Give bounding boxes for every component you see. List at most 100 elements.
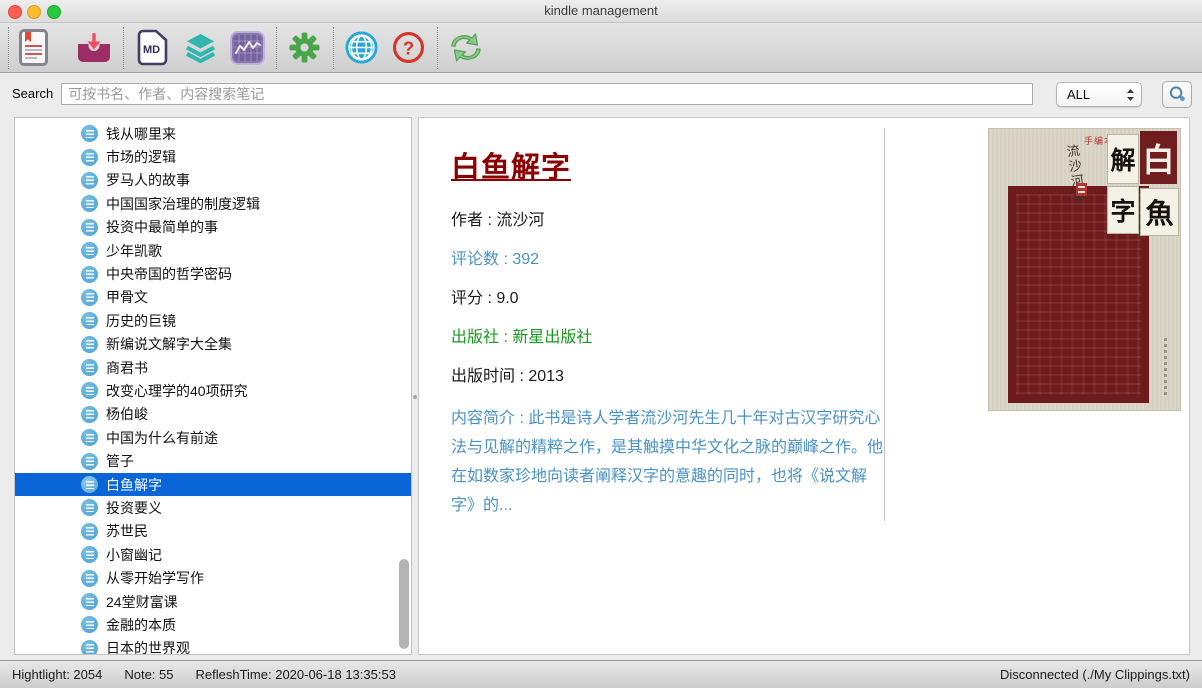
statistics-chart-icon[interactable] [230, 31, 265, 65]
list-item[interactable]: 小窗幽记 [15, 543, 411, 566]
publisher-field: 出版社 : 新星出版社 [451, 328, 885, 348]
cover-seal-stamp [1076, 183, 1087, 196]
book-title-label: 投资中最简单的事 [106, 217, 218, 237]
splitter-handle[interactable] [413, 395, 417, 399]
book-icon [81, 476, 98, 493]
list-item[interactable]: 钱从哪里来 [15, 122, 411, 145]
list-item-selected[interactable]: 白鱼解字 [15, 473, 411, 496]
book-icon [81, 125, 98, 142]
toolbar: MD [0, 23, 1202, 73]
list-item[interactable]: 管子 [15, 449, 411, 472]
list-item[interactable]: 杨伯峻 [15, 403, 411, 426]
book-title-label: 从零开始学写作 [106, 568, 204, 588]
book-icon [81, 593, 98, 610]
list-item[interactable]: 改变心理学的40项研究 [15, 379, 411, 402]
book-title-label: 投资要义 [106, 498, 162, 518]
import-clippings-icon[interactable] [76, 32, 112, 64]
intro-field: 内容简介 : 此书是诗人学者流沙河先生几十年对古汉字研究心法与见解的精粹之作，是… [451, 404, 885, 520]
svg-text:?: ? [403, 37, 414, 58]
book-title-label: 罗马人的故事 [106, 170, 190, 190]
list-item[interactable]: 甲骨文 [15, 286, 411, 309]
list-item[interactable]: 日本的世界观 [15, 637, 411, 655]
toolbar-separator [276, 27, 277, 69]
web-globe-icon[interactable] [345, 31, 378, 64]
book-title-label: 中国为什么有前途 [106, 428, 218, 448]
list-item[interactable]: 商君书 [15, 356, 411, 379]
book-icon [81, 523, 98, 540]
markdown-export-icon[interactable]: MD [136, 29, 169, 66]
book-icon [81, 266, 98, 283]
book-detail-title[interactable]: 白鱼解字 [451, 144, 885, 186]
cover-char-zi: 字 [1107, 186, 1139, 234]
book-title-label: 中国国家治理的制度逻辑 [106, 194, 260, 214]
book-title-label: 商君书 [106, 358, 148, 378]
book-title-label: 钱从哪里来 [106, 124, 176, 144]
book-icon [81, 195, 98, 212]
layers-icon[interactable] [184, 32, 217, 63]
book-title-label: 杨伯峻 [106, 404, 148, 424]
list-item[interactable]: 市场的逻辑 [15, 145, 411, 168]
title-bar: kindle management [0, 0, 1202, 23]
book-icon [81, 429, 98, 446]
book-icon [81, 336, 98, 353]
comments-field: 评论数 : 392 [451, 250, 885, 270]
list-item[interactable]: 历史的巨镜 [15, 309, 411, 332]
book-title-label: 日本的世界观 [106, 638, 190, 655]
cover-publisher-mark [1164, 338, 1167, 396]
list-item[interactable]: 中国国家治理的制度逻辑 [15, 192, 411, 215]
book-title-label: 少年凯歌 [106, 241, 162, 261]
book-icon [81, 312, 98, 329]
status-bar: Hightlight: 2054 Note: 55 RefleshTime: 2… [0, 660, 1202, 688]
refresh-sync-icon[interactable] [447, 31, 485, 64]
list-item[interactable]: 新编说文解字大全集 [15, 333, 411, 356]
search-label: Search [12, 86, 53, 101]
list-item[interactable]: 罗马人的故事 [15, 169, 411, 192]
search-input[interactable] [61, 83, 1033, 105]
help-question-icon[interactable]: ? [392, 31, 425, 64]
list-item[interactable]: 中央帝国的哲学密码 [15, 262, 411, 285]
svg-text:MD: MD [143, 44, 160, 56]
toolbar-separator [437, 27, 438, 69]
list-item[interactable]: 少年凯歌 [15, 239, 411, 262]
dropdown-chevrons-icon [1126, 88, 1135, 102]
book-title-label: 历史的巨镜 [106, 311, 176, 331]
app-window: kindle management [0, 0, 1202, 688]
book-icon [81, 172, 98, 189]
search-button[interactable] [1162, 81, 1192, 108]
connection-status: Disconnected (./My Clippings.txt) [1000, 667, 1190, 682]
book-detail: 白鱼解字 作者 : 流沙河 评论数 : 392 评分 : 9.0 出版社 : 新… [451, 118, 885, 520]
settings-gear-icon[interactable] [289, 32, 320, 63]
author-field: 作者 : 流沙河 [451, 211, 885, 231]
list-item[interactable]: 24堂财富课 [15, 590, 411, 613]
book-title-label: 市场的逻辑 [106, 147, 176, 167]
book-list-panel: 钱从哪里来 市场的逻辑 罗马人的故事 中国国家治理的制度逻辑 投资中最简单的事 … [14, 117, 412, 655]
filter-dropdown-value: ALL [1067, 87, 1126, 102]
list-item[interactable]: 金融的本质 [15, 613, 411, 636]
book-icon [81, 546, 98, 563]
magnifier-icon [1168, 85, 1187, 104]
book-icon [81, 570, 98, 587]
book-cover-image: 手编本 流沙河著 白 解 字 魚 [988, 128, 1181, 411]
book-title-label: 甲骨文 [106, 287, 148, 307]
list-item[interactable]: 中国为什么有前途 [15, 426, 411, 449]
list-item[interactable]: 投资要义 [15, 496, 411, 519]
book-title-label: 金融的本质 [106, 615, 176, 635]
book-icon [81, 616, 98, 633]
refresh-time: RefleshTime: 2020-06-18 13:35:53 [196, 667, 396, 682]
filter-dropdown[interactable]: ALL [1056, 82, 1142, 107]
book-icon [81, 382, 98, 399]
list-item[interactable]: 投资中最简单的事 [15, 216, 411, 239]
sidebar-scrollbar-thumb[interactable] [399, 559, 409, 649]
book-icon [81, 453, 98, 470]
book-title-label: 小窗幽记 [106, 545, 162, 565]
toolbar-separator [123, 27, 124, 69]
highlight-count: Hightlight: 2054 [12, 667, 102, 682]
book-title-label: 苏世民 [106, 521, 148, 541]
book-title-label: 24堂财富课 [106, 592, 178, 612]
list-item[interactable]: 苏世民 [15, 520, 411, 543]
rating-field: 评分 : 9.0 [451, 289, 885, 309]
search-bar: Search ALL [0, 73, 1202, 114]
book-icon [81, 499, 98, 516]
notes-document-icon[interactable] [19, 29, 48, 66]
list-item[interactable]: 从零开始学写作 [15, 566, 411, 589]
